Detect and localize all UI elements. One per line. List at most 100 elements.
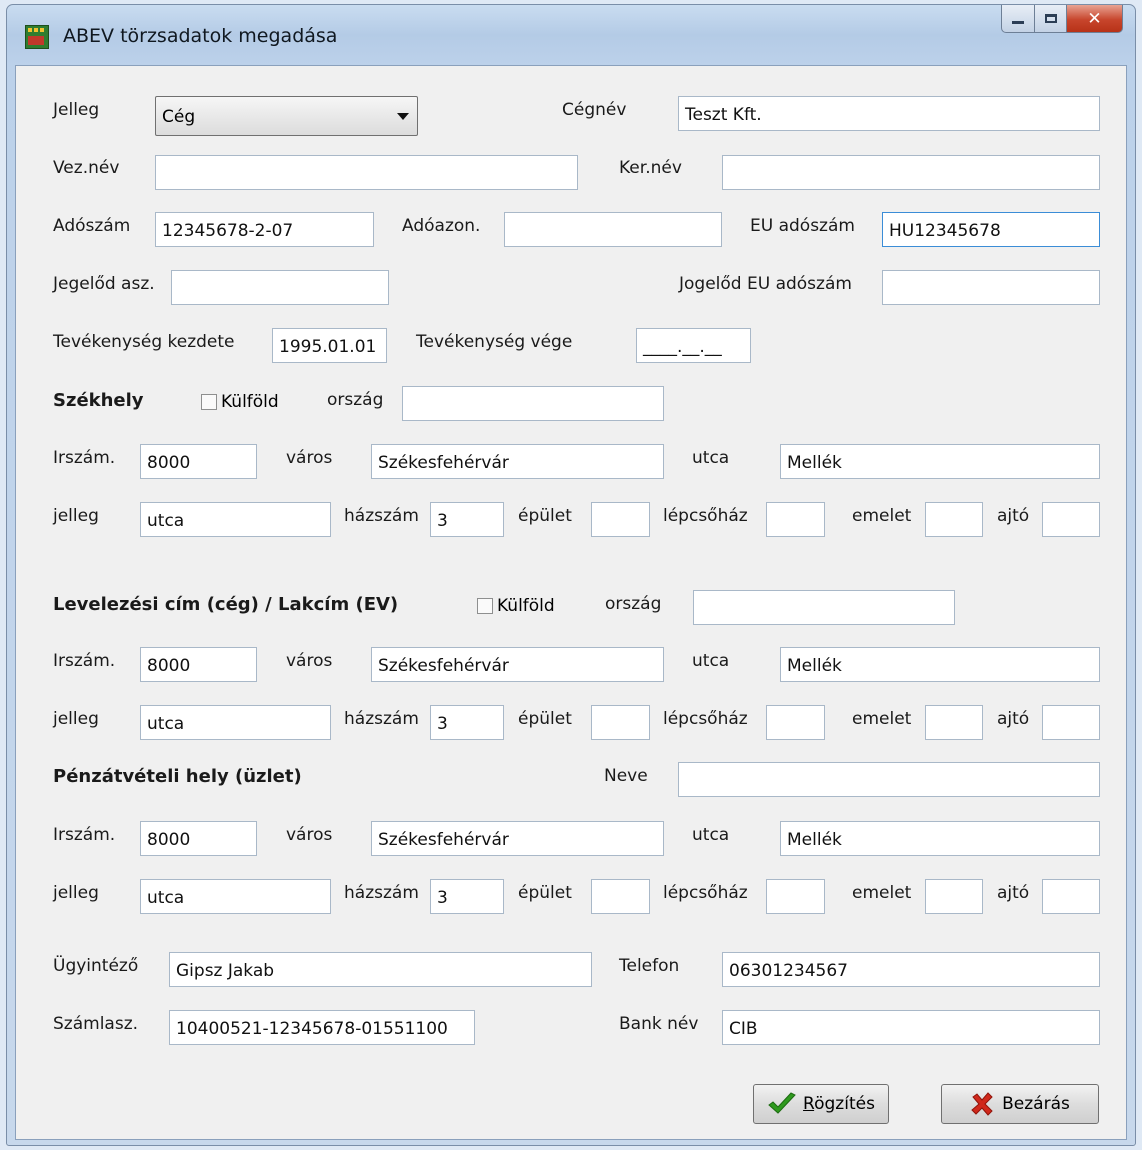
levelezesi-varos-field[interactable]: Székesfehérvár <box>371 647 664 682</box>
levelezesi-utca-label: utca <box>692 651 730 671</box>
penzatveteli-varos-field[interactable]: Székesfehérvár <box>371 821 664 856</box>
bezaras-label: Bezárás <box>1002 1094 1070 1114</box>
penzatveteli-jelleg-field[interactable]: utca <box>140 879 331 914</box>
app-icon[interactable] <box>25 25 49 49</box>
levelezesi-ajto-field[interactable] <box>1042 705 1100 740</box>
tev-vege-label: Tevékenység vége <box>416 332 573 352</box>
dialog-window: ABEV törzsadatok megadása ✕ Jelleg Cég C… <box>6 4 1136 1146</box>
szekhely-utca-label: utca <box>692 448 730 468</box>
levelezesi-epulet-label: épület <box>518 709 572 729</box>
kernev-field[interactable] <box>722 155 1100 190</box>
kernev-label: Ker.név <box>619 158 682 178</box>
cegnev-label: Cégnév <box>562 100 627 120</box>
szekhely-varos-label: város <box>286 448 333 468</box>
szekhely-title: Székhely <box>53 390 144 411</box>
bezaras-button[interactable]: Bezárás <box>941 1084 1099 1124</box>
szekhely-lepcsohaz-field[interactable] <box>766 502 825 537</box>
tev-vege-field[interactable]: ____.__.__ <box>636 328 751 363</box>
levelezesi-title: Levelezési cím (cég) / Lakcím (EV) <box>53 594 399 615</box>
szekhely-emelet-label: emelet <box>852 506 912 526</box>
levelezesi-jelleg-label: jelleg <box>53 709 99 729</box>
penzatveteli-lepcsohaz-label: lépcsőház <box>663 883 748 903</box>
szekhely-epulet-label: épület <box>518 506 572 526</box>
close-button[interactable]: ✕ <box>1067 5 1123 33</box>
title-bar[interactable]: ABEV törzsadatok megadása ✕ <box>7 5 1135 65</box>
levelezesi-epulet-field[interactable] <box>591 705 650 740</box>
szekhely-varos-field[interactable]: Székesfehérvár <box>371 444 664 479</box>
penzatveteli-emelet-field[interactable] <box>925 879 983 914</box>
banknev-label: Bank név <box>619 1014 699 1034</box>
szekhely-hazszam-label: házszám <box>344 506 419 526</box>
chevron-down-icon[interactable] <box>397 113 409 120</box>
banknev-field[interactable]: CIB <box>722 1010 1100 1045</box>
eu-adoszam-field[interactable]: HU12345678 <box>882 212 1100 247</box>
ugyintezo-field[interactable]: Gipsz Jakab <box>169 952 592 987</box>
szekhely-epulet-field[interactable] <box>591 502 650 537</box>
szekhely-emelet-field[interactable] <box>925 502 983 537</box>
penzatveteli-utca-field[interactable]: Mellék <box>780 821 1100 856</box>
penzatveteli-lepcsohaz-field[interactable] <box>766 879 825 914</box>
levelezesi-orszag-field[interactable] <box>693 590 955 625</box>
szekhely-lepcsohaz-label: lépcsőház <box>663 506 748 526</box>
penzatveteli-ajto-field[interactable] <box>1042 879 1100 914</box>
szekhely-irszam-field[interactable]: 8000 <box>140 444 257 479</box>
levelezesi-jelleg-field[interactable]: utca <box>140 705 331 740</box>
minimize-button[interactable] <box>1001 5 1035 33</box>
maximize-button[interactable] <box>1035 5 1067 33</box>
tev-kezdete-label: Tevékenység kezdete <box>53 332 235 352</box>
penzatveteli-irszam-label: Irszám. <box>53 825 116 845</box>
penzatveteli-utca-label: utca <box>692 825 730 845</box>
penzatveteli-neve-label: Neve <box>604 766 648 786</box>
tev-kezdete-field[interactable]: 1995.01.01 <box>272 328 387 363</box>
levelezesi-ajto-label: ajtó <box>997 709 1030 729</box>
levelezesi-irszam-label: Irszám. <box>53 651 116 671</box>
levelezesi-utca-field[interactable]: Mellék <box>780 647 1100 682</box>
penzatveteli-hazszam-label: házszám <box>344 883 419 903</box>
jelleg-select[interactable]: Cég <box>155 96 418 136</box>
veznev-label: Vez.név <box>53 158 120 178</box>
checkbox-box[interactable] <box>201 394 217 410</box>
szekhely-jelleg-field[interactable]: utca <box>140 502 331 537</box>
szekhely-utca-field[interactable]: Mellék <box>780 444 1100 479</box>
levelezesi-kulfold-label: Külföld <box>497 596 555 616</box>
levelezesi-kulfold-checkbox[interactable]: Külföld <box>477 596 555 616</box>
adoszam-label: Adószám <box>53 216 131 236</box>
levelezesi-emelet-field[interactable] <box>925 705 983 740</box>
checkbox-box[interactable] <box>477 598 493 614</box>
close-icon: ✕ <box>1087 8 1102 29</box>
levelezesi-emelet-label: emelet <box>852 709 912 729</box>
penzatveteli-irszam-field[interactable]: 8000 <box>140 821 257 856</box>
penzatveteli-neve-field[interactable] <box>678 762 1100 797</box>
veznev-field[interactable] <box>155 155 578 190</box>
penzatveteli-ajto-label: ajtó <box>997 883 1030 903</box>
levelezesi-irszam-field[interactable]: 8000 <box>140 647 257 682</box>
levelezesi-lepcsohaz-label: lépcsőház <box>663 709 748 729</box>
jelleg-label: Jelleg <box>53 100 100 120</box>
szekhely-hazszam-field[interactable]: 3 <box>430 502 504 537</box>
adoazon-field[interactable] <box>504 212 722 247</box>
telefon-field[interactable]: 06301234567 <box>722 952 1100 987</box>
szekhely-ajto-field[interactable] <box>1042 502 1100 537</box>
penzatveteli-emelet-label: emelet <box>852 883 912 903</box>
szamlasz-field[interactable]: 10400521-12345678-01551100 <box>169 1010 475 1045</box>
szekhely-kulfold-checkbox[interactable]: Külföld <box>201 392 279 412</box>
penzatveteli-epulet-field[interactable] <box>591 879 650 914</box>
szekhely-orszag-field[interactable] <box>402 386 664 421</box>
szekhely-kulfold-label: Külföld <box>221 392 279 412</box>
adoszam-field[interactable]: 12345678-2-07 <box>155 212 374 247</box>
levelezesi-lepcsohaz-field[interactable] <box>766 705 825 740</box>
eu-adoszam-label: EU adószám <box>750 216 855 236</box>
szamlasz-label: Számlasz. <box>53 1014 139 1034</box>
jogelod-asz-field[interactable] <box>171 270 389 305</box>
jogelod-eu-field[interactable] <box>882 270 1100 305</box>
check-icon <box>768 1092 796 1114</box>
rogzites-button[interactable]: Rögzítés <box>753 1084 889 1124</box>
penzatveteli-hazszam-field[interactable]: 3 <box>430 879 504 914</box>
levelezesi-orszag-label: ország <box>605 594 662 614</box>
cegnev-field[interactable]: Teszt Kft. <box>678 96 1100 131</box>
levelezesi-hazszam-field[interactable]: 3 <box>430 705 504 740</box>
rogzites-label: Rögzítés <box>803 1094 875 1114</box>
szekhely-jelleg-label: jelleg <box>53 506 99 526</box>
szekhely-ajto-label: ajtó <box>997 506 1030 526</box>
minimize-icon <box>1012 21 1024 24</box>
